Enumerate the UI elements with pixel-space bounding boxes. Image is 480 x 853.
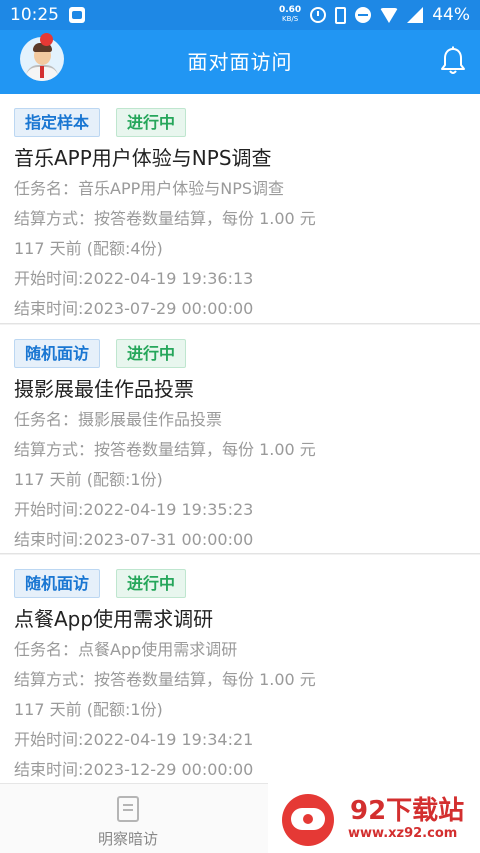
watermark-title: 92下载站 (350, 796, 465, 826)
task-name-line: 任务名：音乐APP用户体验与NPS调查 (14, 179, 285, 198)
tab-mystery-visit[interactable]: 明察暗访 (80, 796, 176, 849)
status-icons: 0.60 KB/S 44% (279, 5, 470, 25)
network-speed: 0.60 KB/S (279, 6, 301, 24)
vibrate-icon (335, 6, 347, 24)
app-header: 面对面访问 (0, 30, 480, 94)
task-tags: 指定样本 进行中 (14, 108, 466, 137)
task-end-time: 结束时间:2023-07-31 00:00:00 (14, 530, 254, 549)
task-start-time: 开始时间:2022-04-19 19:35:23 (14, 500, 254, 519)
task-end-time: 结束时间:2023-12-29 00:00:00 (14, 760, 254, 779)
tab-label: 明察暗访 (97, 830, 158, 848)
status-time: 10:25 (10, 5, 59, 25)
task-age-quota-line: 117 天前 (配额:4份) (14, 239, 163, 258)
task-list: 指定样本 进行中 音乐APP用户体验与NPS调查 任务名：音乐APP用户体验与N… (0, 94, 480, 784)
battery-level: 44% (432, 5, 470, 25)
task-name-line: 任务名：点餐App使用需求调研 (14, 640, 238, 659)
task-start-time: 开始时间:2022-04-19 19:36:13 (14, 269, 254, 288)
task-type-tag: 指定样本 (14, 108, 101, 137)
task-card[interactable]: 随机面访 进行中 摄影展最佳作品投票 任务名：摄影展最佳作品投票 结算方式：按答… (0, 324, 480, 554)
do-not-disturb-icon (355, 7, 372, 23)
watermark-url: www.xz92.com (348, 826, 458, 841)
avatar-tie (40, 66, 44, 78)
task-title: 点餐App使用需求调研 (14, 607, 214, 631)
task-settlement-line: 结算方式：按答卷数量结算，每份 1.00 元 (14, 440, 316, 459)
notification-dot (40, 33, 53, 46)
task-settlement-line: 结算方式：按答卷数量结算，每份 1.00 元 (14, 209, 316, 228)
task-tags: 随机面访 进行中 (14, 569, 466, 598)
task-type-tag: 随机面访 (14, 339, 101, 368)
wifi-icon (380, 7, 399, 23)
network-speed-unit: KB/S (281, 15, 299, 23)
task-settlement-line: 结算方式：按答卷数量结算，每份 1.00 元 (14, 670, 316, 689)
app-notification-icon (69, 7, 85, 23)
task-card[interactable]: 随机面访 进行中 点餐App使用需求调研 任务名：点餐App使用需求调研 结算方… (0, 554, 480, 784)
task-tags: 随机面访 进行中 (14, 339, 466, 368)
task-end-time: 结束时间:2023-07-29 00:00:00 (14, 299, 254, 318)
task-title: 音乐APP用户体验与NPS调查 (14, 146, 272, 170)
task-age-quota-line: 117 天前 (配额:1份) (14, 470, 163, 489)
signal-icon (407, 7, 424, 23)
task-status-tag: 进行中 (116, 108, 187, 137)
document-icon (117, 796, 139, 822)
network-speed-value: 0.60 (278, 5, 302, 15)
alarm-icon (310, 7, 327, 23)
task-card[interactable]: 指定样本 进行中 音乐APP用户体验与NPS调查 任务名：音乐APP用户体验与N… (0, 94, 480, 324)
task-status-tag: 进行中 (116, 339, 187, 368)
task-status-tag: 进行中 (116, 569, 187, 598)
task-start-time: 开始时间:2022-04-19 19:34:21 (14, 730, 254, 749)
task-title: 摄影展最佳作品投票 (14, 377, 194, 401)
watermark: 92下载站 www.xz92.com (268, 783, 480, 853)
task-type-tag: 随机面访 (14, 569, 101, 598)
watermark-logo-icon (282, 794, 334, 846)
task-age-quota-line: 117 天前 (配额:1份) (14, 700, 163, 719)
status-bar: 10:25 0.60 KB/S 44% (0, 0, 480, 30)
task-name-line: 任务名：摄影展最佳作品投票 (14, 410, 223, 429)
bell-icon[interactable] (440, 46, 466, 76)
page-title: 面对面访问 (187, 50, 293, 74)
